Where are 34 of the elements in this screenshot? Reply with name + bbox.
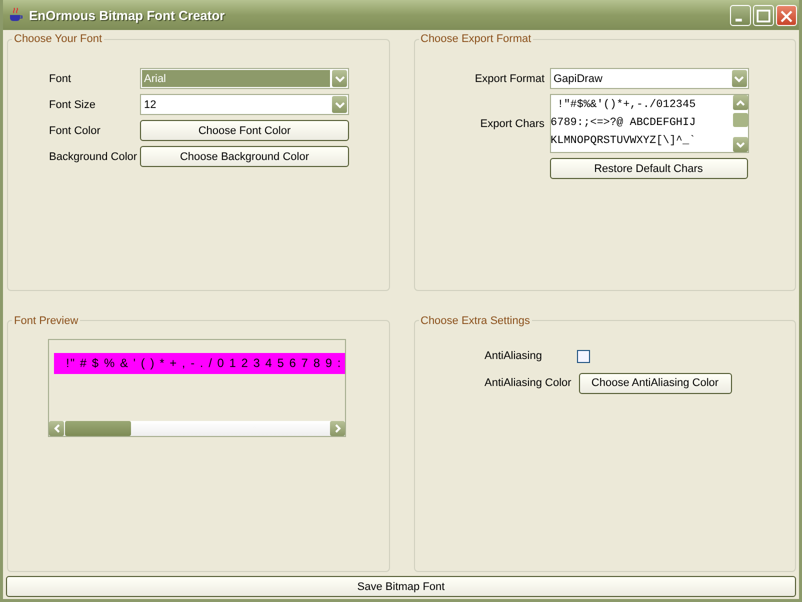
coffee-cup-icon	[8, 7, 24, 23]
checkbox[interactable]	[576, 350, 590, 362]
panel-title: Choose Your Font	[13, 33, 104, 45]
field-label: Background Color	[49, 150, 138, 162]
preview-text: !" # $ % & ' ( ) * + , - . / 0 1 2 3 4 5 6 7 8 9 :	[54, 352, 345, 374]
scroll-thumb[interactable]	[732, 113, 748, 127]
horizontal-scrollbar[interactable]	[49, 420, 345, 436]
choose-color-button[interactable]: Choose Background Color	[140, 146, 349, 167]
dropdown[interactable]: GapiDraw	[550, 68, 748, 89]
field-label: Font Color	[49, 124, 102, 136]
dropdown-value: 12	[143, 98, 158, 112]
field-label: Export Format	[474, 72, 546, 84]
scroll-left-icon[interactable]	[49, 420, 64, 436]
scroll-up-icon[interactable]	[732, 95, 748, 110]
dropdown[interactable]: 12	[140, 94, 349, 115]
dropdown-value: Arial	[142, 70, 330, 87]
panel-title: Choose Export Format	[420, 33, 532, 45]
field-label: AntiAliasing Color	[484, 377, 572, 389]
field-label: AntiAliasing	[484, 350, 543, 362]
field-label: Font	[49, 72, 72, 84]
restore-default-chars-button[interactable]: Restore Default Chars	[550, 158, 748, 179]
save-button[interactable]: Save Bitmap Font	[6, 576, 796, 597]
window-title: EnOrmous Bitmap Font Creator	[29, 8, 226, 22]
choose-color-button[interactable]: Choose AntiAliasing Color	[578, 372, 732, 394]
field-label: Font Size	[49, 98, 96, 110]
scroll-right-icon[interactable]	[330, 420, 345, 436]
vertical-scrollbar[interactable]	[732, 95, 748, 152]
scroll-down-icon[interactable]	[732, 137, 748, 152]
scroll-thumb[interactable]	[65, 420, 131, 436]
choose-color-button[interactable]: Choose Font Color	[140, 120, 349, 141]
panel-title: Font Preview	[13, 314, 80, 326]
panel-title: Choose Extra Settings	[420, 314, 531, 326]
field-label: Export Chars	[479, 118, 546, 130]
dropdown-value: GapiDraw	[552, 72, 604, 86]
